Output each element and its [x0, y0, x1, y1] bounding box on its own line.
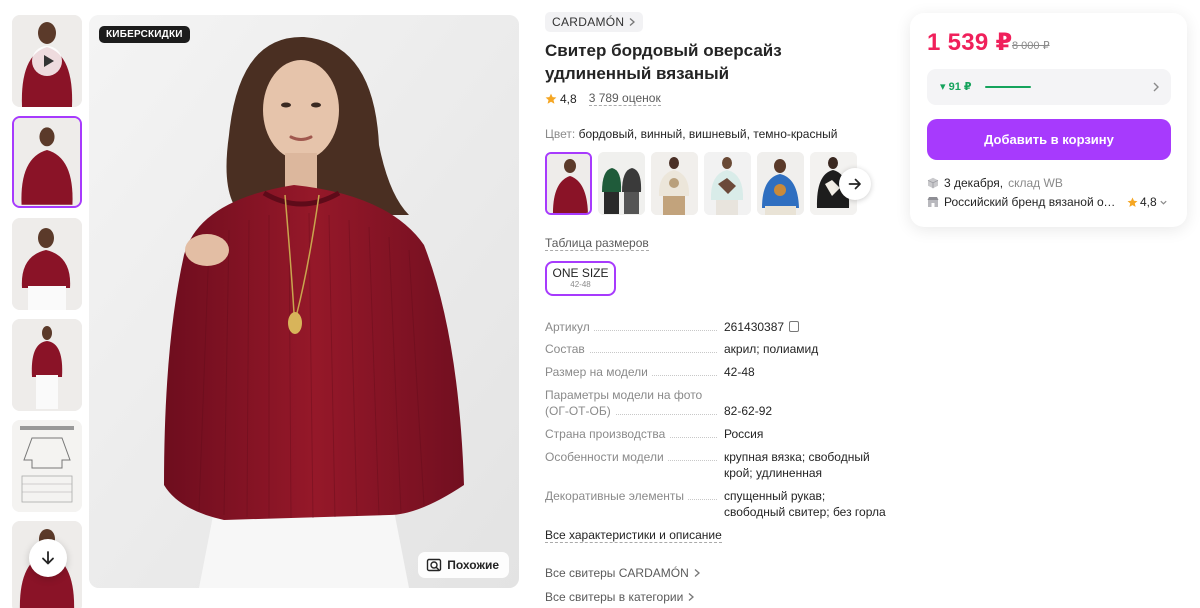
spec-row: Особенности модели крупная вязка; свобод…	[545, 449, 890, 481]
spec-key: Состав	[545, 342, 589, 356]
category-label: Все свитеры в категории	[545, 590, 684, 604]
thumbnail-image	[12, 319, 82, 411]
color-value: бордовый, винный, вишневый, темно-красны…	[578, 127, 838, 141]
spec-key: Страна производства	[545, 427, 670, 441]
warehouse: склад WB	[1008, 176, 1063, 190]
variant-image	[547, 154, 590, 213]
play-icon	[32, 46, 62, 76]
chevron-right-icon	[688, 593, 695, 601]
seller-rating: 4,8	[1127, 195, 1168, 209]
seller-row[interactable]: Российский бренд вязаной одежды CARDAMÓN…	[927, 195, 1171, 209]
similar-button[interactable]: Похожие	[418, 552, 509, 578]
spec-row: Артикул 261430387	[545, 319, 890, 335]
chevron-right-icon	[694, 569, 700, 577]
size-name: ONE SIZE	[552, 266, 609, 280]
buy-card: 1 539 ₽ 8 000 ₽ ▾ 91 ₽ Добавить в корзин…	[910, 13, 1187, 227]
brand-category-link[interactable]: Все свитеры CARDAMÓN	[545, 566, 701, 580]
rating-value: 4,8	[560, 91, 577, 106]
variant-image	[651, 152, 698, 215]
similar-label: Похожие	[447, 558, 499, 572]
spec-row: Размер на модели 42-48	[545, 364, 890, 380]
spec-value: Россия	[724, 427, 764, 441]
rating-row: 4,8 3 789 оценок	[545, 91, 661, 106]
spec-value: 42-48	[724, 365, 755, 379]
wallet-line	[985, 86, 1031, 88]
thumbnail-image	[12, 218, 82, 310]
size-table-link[interactable]: Таблица размеров	[545, 236, 649, 251]
star-icon	[1127, 197, 1138, 207]
spec-key: Размер на модели	[545, 365, 652, 379]
wallet-amount: ▾ 91 ₽	[940, 81, 972, 93]
spec-row: Декоративные элементы спущенный рукав; с…	[545, 488, 890, 520]
variant-image	[757, 152, 804, 215]
product-image	[89, 15, 519, 588]
thumbnail-1[interactable]	[12, 116, 82, 208]
spec-row: Страна производства Россия	[545, 426, 890, 442]
spec-key: Параметры модели на фото (ОГ-ОТ-ОБ)	[545, 388, 703, 418]
spec-value: акрил; полиамид	[724, 342, 819, 356]
chevron-right-icon	[1153, 82, 1159, 92]
arrow-right-icon	[848, 178, 861, 190]
thumbnail-video[interactable]	[12, 15, 82, 107]
spec-value: 261430387	[724, 320, 785, 334]
spec-row: Состав акрил; полиамид	[545, 341, 890, 357]
spec-row: Параметры модели на фото (ОГ-ОТ-ОБ) 82-6…	[545, 387, 890, 419]
promo-badge: КИБЕРСКИДКИ	[99, 26, 190, 43]
old-price: 8 000 ₽	[1012, 40, 1050, 52]
arrow-down-icon	[42, 551, 54, 565]
product-title: Свитер бордовый оверсайз удлиненный вяза…	[545, 41, 782, 83]
brand-name: CARDAMÓN	[552, 15, 625, 29]
colors-next-button[interactable]	[839, 168, 871, 200]
thumbnail-strip	[12, 15, 83, 608]
spec-key: Особенности модели	[545, 450, 668, 464]
variant-image	[704, 152, 751, 215]
add-to-cart-button[interactable]: Добавить в корзину	[927, 119, 1171, 160]
delivery-info: 3 декабря, склад WB	[927, 176, 1063, 190]
brand-link[interactable]: CARDAMÓN	[545, 12, 644, 32]
scroll-down-button[interactable]	[29, 539, 67, 577]
thumbnail-image	[12, 420, 82, 512]
spec-key: Декоративные элементы	[545, 489, 688, 503]
spec-key: Артикул	[545, 320, 594, 334]
chevron-right-icon	[629, 18, 636, 26]
box-icon	[927, 177, 939, 189]
color-variants	[545, 152, 875, 216]
current-price: 1 539 ₽	[927, 29, 1013, 56]
spec-value: крупная вязка; свободный крой; удлиненна…	[724, 450, 870, 480]
color-label: Цвет:	[545, 127, 576, 141]
size-option-one-size[interactable]: ONE SIZE 42-48	[545, 261, 616, 296]
all-specs-link[interactable]: Все характеристики и описание	[545, 528, 722, 543]
color-variant-4[interactable]	[704, 152, 751, 215]
size-range: 42-48	[570, 280, 591, 289]
brand-category-label: Все свитеры CARDAMÓN	[545, 566, 689, 580]
color-variant-3[interactable]	[651, 152, 698, 215]
color-variant-5[interactable]	[757, 152, 804, 215]
main-product-photo[interactable]: КИБЕРСКИДКИ Похожие	[89, 15, 519, 588]
color-info: Цвет: бордовый, винный, вишневый, темно-…	[545, 127, 837, 141]
thumbnail-2[interactable]	[12, 218, 82, 310]
spec-value: спущенный рукав; свободный свитер; без г…	[724, 489, 886, 519]
seller-name: Российский бренд вязаной одежды CARDAMÓN	[944, 195, 1122, 209]
color-variant-2[interactable]	[598, 152, 645, 215]
chevron-down-icon[interactable]	[1159, 198, 1168, 207]
search-similar-icon	[427, 558, 442, 572]
copy-icon[interactable]	[786, 321, 800, 335]
star-icon	[545, 93, 557, 104]
delivery-date: 3 декабря,	[944, 176, 1004, 190]
spec-value: 82-62-92	[724, 404, 773, 418]
wallet-discount-row[interactable]: ▾ 91 ₽	[927, 69, 1171, 105]
thumbnail-image	[14, 118, 80, 205]
thumbnail-3[interactable]	[12, 319, 82, 411]
thumbnail-size-chart[interactable]	[12, 420, 82, 512]
seller-rating-value: 4,8	[1140, 195, 1157, 209]
variant-image	[598, 152, 645, 215]
reviews-link[interactable]: 3 789 оценок	[588, 91, 661, 106]
category-link[interactable]: Все свитеры в категории	[545, 590, 695, 604]
color-variant-1[interactable]	[545, 152, 592, 215]
shop-icon	[927, 197, 939, 207]
